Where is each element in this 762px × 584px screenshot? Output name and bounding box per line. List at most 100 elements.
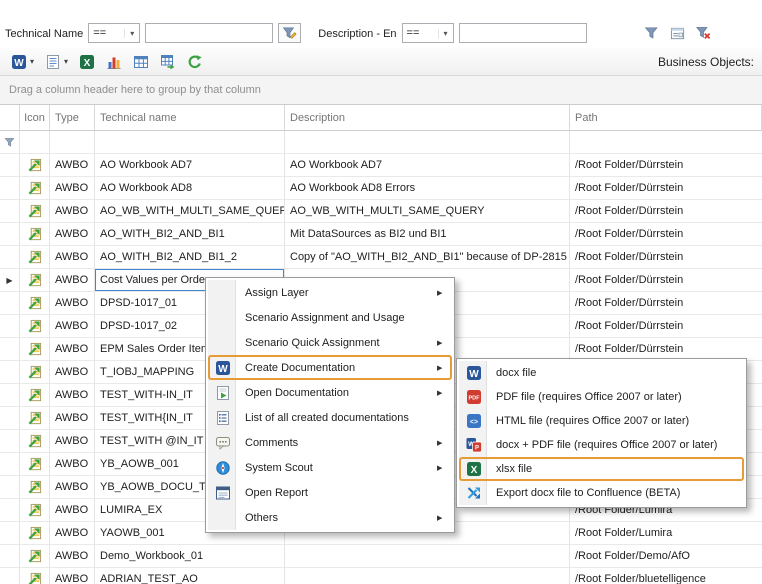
cell-icon[interactable]: [20, 407, 50, 430]
table-row[interactable]: AWBOAO_WITH_BI2_AND_BI1_2Copy of "AO_WIT…: [0, 246, 762, 269]
row-indicator[interactable]: [0, 407, 20, 430]
row-indicator[interactable]: ▶: [0, 269, 20, 292]
cell-type[interactable]: AWBO: [50, 522, 95, 545]
cell-icon[interactable]: [20, 361, 50, 384]
cell-icon[interactable]: [20, 177, 50, 200]
row-indicator[interactable]: [0, 200, 20, 223]
filter-cell-path[interactable]: [570, 131, 762, 154]
row-indicator[interactable]: [0, 499, 20, 522]
cell-type[interactable]: AWBO: [50, 476, 95, 499]
cell-path[interactable]: /Root Folder/Dürrstein: [570, 292, 762, 315]
cell-description[interactable]: Mit DataSources as BI2 und BI1: [285, 223, 570, 246]
table-row[interactable]: AWBOADRIAN_TEST_AO/Root Folder/bluetelli…: [0, 568, 762, 584]
cell-path[interactable]: /Root Folder/Dürrstein: [570, 223, 762, 246]
cell-type[interactable]: AWBO: [50, 292, 95, 315]
filter-cell-type[interactable]: [50, 131, 95, 154]
cell-icon[interactable]: [20, 292, 50, 315]
menu-item-open-report[interactable]: Open Report: [208, 480, 452, 505]
filter-cell-technical-name[interactable]: [95, 131, 285, 154]
menu-item-open-documentation[interactable]: Open Documentation▶: [208, 380, 452, 405]
cell-description[interactable]: Copy of "AO_WITH_BI2_AND_BI1" because of…: [285, 246, 570, 269]
create-xlsx-documentation-button[interactable]: X: [76, 51, 98, 73]
cell-type[interactable]: AWBO: [50, 246, 95, 269]
cell-icon[interactable]: [20, 338, 50, 361]
cell-path[interactable]: /Root Folder/Dürrstein: [570, 200, 762, 223]
menu-item-xlsx-file[interactable]: Xxlsx file: [459, 457, 744, 481]
cell-type[interactable]: AWBO: [50, 499, 95, 522]
row-indicator[interactable]: [0, 545, 20, 568]
cell-description[interactable]: AO Workbook AD8 Errors: [285, 177, 570, 200]
technical-name-filter-button[interactable]: [278, 23, 301, 43]
cell-icon[interactable]: [20, 246, 50, 269]
menu-item-docx-pdf-file-requires-office-2007-or-later[interactable]: WPdocx + PDF file (requires Office 2007 …: [459, 433, 744, 457]
row-indicator[interactable]: [0, 292, 20, 315]
menu-item-scenario-assignment-and-usage[interactable]: Scenario Assignment and Usage: [208, 305, 452, 330]
row-indicator[interactable]: [0, 361, 20, 384]
row-indicator[interactable]: [0, 476, 20, 499]
cell-icon[interactable]: [20, 384, 50, 407]
menu-item-docx-file[interactable]: Wdocx file: [459, 361, 744, 385]
column-header-type[interactable]: Type: [50, 105, 95, 131]
row-indicator[interactable]: [0, 246, 20, 269]
cell-icon[interactable]: [20, 453, 50, 476]
cell-icon[interactable]: [20, 315, 50, 338]
table-row[interactable]: AWBODemo_Workbook_01/Root Folder/Demo/Af…: [0, 545, 762, 568]
row-indicator[interactable]: [0, 223, 20, 246]
cell-path[interactable]: /Root Folder/Dürrstein: [570, 177, 762, 200]
cell-technical-name[interactable]: AO Workbook AD8: [95, 177, 285, 200]
cell-type[interactable]: AWBO: [50, 361, 95, 384]
menu-item-list-of-all-created-documentations[interactable]: List of all created documentations: [208, 405, 452, 430]
description-filter-input[interactable]: [459, 23, 587, 43]
cell-icon[interactable]: [20, 476, 50, 499]
cell-technical-name[interactable]: AO_WITH_BI2_AND_BI1: [95, 223, 285, 246]
row-indicator[interactable]: [0, 453, 20, 476]
filter-cell-description[interactable]: [285, 131, 570, 154]
cell-technical-name[interactable]: AO_WB_WITH_MULTI_SAME_QUERY: [95, 200, 285, 223]
row-indicator[interactable]: [0, 430, 20, 453]
menu-item-system-scout[interactable]: System Scout▶: [208, 455, 452, 480]
cell-path[interactable]: /Root Folder/Lumira: [570, 522, 762, 545]
cell-technical-name[interactable]: Demo_Workbook_01: [95, 545, 285, 568]
cell-type[interactable]: AWBO: [50, 200, 95, 223]
cell-type[interactable]: AWBO: [50, 568, 95, 584]
cell-type[interactable]: AWBO: [50, 453, 95, 476]
menu-item-html-file-requires-office-2007-or-later[interactable]: <>HTML file (requires Office 2007 or lat…: [459, 409, 744, 433]
cell-icon[interactable]: [20, 430, 50, 453]
column-header-icon[interactable]: Icon: [20, 105, 50, 131]
cell-type[interactable]: AWBO: [50, 338, 95, 361]
row-indicator[interactable]: [0, 568, 20, 584]
open-documentation-toolbar-button[interactable]: ▾: [42, 51, 71, 73]
cell-icon[interactable]: [20, 568, 50, 584]
refresh-button[interactable]: [184, 51, 206, 73]
cell-type[interactable]: AWBO: [50, 407, 95, 430]
menu-item-create-documentation[interactable]: WCreate Documentation▶: [208, 355, 452, 380]
cell-description[interactable]: AO_WB_WITH_MULTI_SAME_QUERY: [285, 200, 570, 223]
copy-grid-button[interactable]: [130, 51, 152, 73]
technical-name-filter-input[interactable]: [145, 23, 273, 43]
apply-filter-button[interactable]: [639, 23, 663, 43]
table-row[interactable]: AWBOAO_WB_WITH_MULTI_SAME_QUERYAO_WB_WIT…: [0, 200, 762, 223]
cell-icon[interactable]: [20, 154, 50, 177]
cell-technical-name[interactable]: AO Workbook AD7: [95, 154, 285, 177]
cell-path[interactable]: /Root Folder/Dürrstein: [570, 269, 762, 292]
technical-name-operator-select[interactable]: == ▾: [88, 23, 140, 43]
cell-path[interactable]: /Root Folder/bluetelligence: [570, 568, 762, 584]
cell-technical-name[interactable]: ADRIAN_TEST_AO: [95, 568, 285, 584]
row-indicator[interactable]: [0, 177, 20, 200]
cell-type[interactable]: AWBO: [50, 269, 95, 292]
menu-item-others[interactable]: Others▶: [208, 505, 452, 530]
export-grid-button[interactable]: [157, 51, 179, 73]
cell-type[interactable]: AWBO: [50, 315, 95, 338]
cell-description[interactable]: AO Workbook AD7: [285, 154, 570, 177]
cell-icon[interactable]: [20, 200, 50, 223]
cell-path[interactable]: /Root Folder/Demo/AfO: [570, 545, 762, 568]
cell-type[interactable]: AWBO: [50, 384, 95, 407]
create-docx-documentation-button[interactable]: W ▾: [8, 51, 37, 73]
description-operator-select[interactable]: == ▾: [402, 23, 454, 43]
table-row[interactable]: AWBOAO Workbook AD7AO Workbook AD7/Root …: [0, 154, 762, 177]
row-indicator[interactable]: [0, 338, 20, 361]
column-header-path[interactable]: Path: [570, 105, 762, 131]
cell-icon[interactable]: [20, 269, 50, 292]
cell-description[interactable]: [285, 545, 570, 568]
cell-path[interactable]: /Root Folder/Dürrstein: [570, 246, 762, 269]
